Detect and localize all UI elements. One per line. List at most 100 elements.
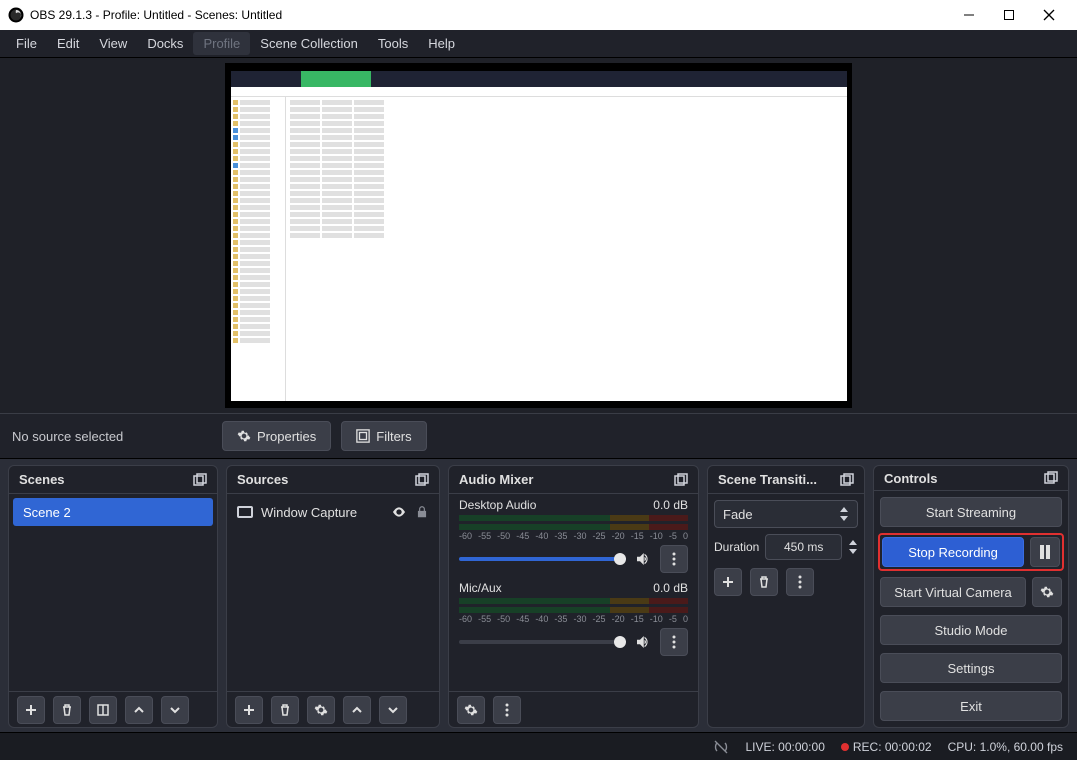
- source-down-button[interactable]: [379, 696, 407, 724]
- speaker-icon[interactable]: [634, 633, 652, 651]
- status-bar: LIVE: 00:00:00 REC: 00:00:02 CPU: 1.0%, …: [0, 732, 1077, 760]
- remove-transition-button[interactable]: [750, 568, 778, 596]
- audio-meter: [459, 515, 688, 521]
- visibility-toggle[interactable]: [391, 504, 407, 520]
- menu-docks[interactable]: Docks: [137, 32, 193, 55]
- remove-source-button[interactable]: [271, 696, 299, 724]
- channel-level: 0.0 dB: [653, 581, 688, 595]
- mixer-menu-button[interactable]: [493, 696, 521, 724]
- properties-button[interactable]: Properties: [222, 421, 331, 451]
- channel-name: Desktop Audio: [459, 498, 536, 512]
- transition-selected: Fade: [723, 507, 753, 522]
- source-item[interactable]: Window Capture: [231, 498, 435, 526]
- mixer-settings-button[interactable]: [457, 696, 485, 724]
- menu-file[interactable]: File: [6, 32, 47, 55]
- updown-icon[interactable]: [848, 540, 858, 554]
- studio-mode-button[interactable]: Studio Mode: [880, 615, 1062, 645]
- scene-up-button[interactable]: [125, 696, 153, 724]
- menu-view[interactable]: View: [89, 32, 137, 55]
- minimize-button[interactable]: [949, 0, 989, 30]
- preview-area[interactable]: [0, 58, 1077, 413]
- scene-item[interactable]: Scene 2: [13, 498, 213, 526]
- scene-name: Scene 2: [23, 505, 71, 520]
- start-streaming-button[interactable]: Start Streaming: [880, 497, 1062, 527]
- mixer-title: Audio Mixer: [459, 472, 533, 487]
- properties-label: Properties: [257, 429, 316, 444]
- window-title: OBS 29.1.3 - Profile: Untitled - Scenes:…: [30, 8, 949, 22]
- maximize-button[interactable]: [989, 0, 1029, 30]
- transition-select[interactable]: Fade: [714, 500, 858, 528]
- menu-tools[interactable]: Tools: [368, 32, 418, 55]
- transition-menu-button[interactable]: [786, 568, 814, 596]
- audio-meter: [459, 607, 688, 613]
- source-name: Window Capture: [261, 505, 383, 520]
- transitions-dock: Scene Transiti... Fade Duration 450 ms: [707, 465, 865, 728]
- duration-spinner[interactable]: 450 ms: [765, 534, 842, 560]
- remove-scene-button[interactable]: [53, 696, 81, 724]
- popout-icon[interactable]: [674, 473, 688, 487]
- meter-ticks: -60-55-50-45-40-35-30-25-20-15-10-50: [459, 614, 688, 624]
- virtual-camera-settings-button[interactable]: [1032, 577, 1062, 607]
- source-toolbar: No source selected Properties Filters: [0, 413, 1077, 459]
- recording-row-highlight: Stop Recording: [878, 533, 1064, 571]
- menu-edit[interactable]: Edit: [47, 32, 89, 55]
- settings-button[interactable]: Settings: [880, 653, 1062, 683]
- start-virtual-camera-button[interactable]: Start Virtual Camera: [880, 577, 1026, 607]
- popout-icon[interactable]: [415, 473, 429, 487]
- docks-row: Scenes Scene 2 Sources Window Capture: [0, 459, 1077, 732]
- scenes-title: Scenes: [19, 472, 65, 487]
- duration-label: Duration: [714, 540, 759, 554]
- preview-canvas: [225, 63, 852, 408]
- menu-profile[interactable]: Profile: [193, 32, 250, 55]
- updown-icon: [839, 507, 849, 521]
- filters-button[interactable]: Filters: [341, 421, 426, 451]
- sources-title: Sources: [237, 472, 288, 487]
- channel-level: 0.0 dB: [653, 498, 688, 512]
- speaker-icon[interactable]: [634, 550, 652, 568]
- filters-icon: [356, 429, 370, 443]
- controls-dock: Controls Start Streaming Stop Recording …: [873, 465, 1069, 728]
- popout-icon[interactable]: [1044, 471, 1058, 485]
- close-button[interactable]: [1029, 0, 1069, 30]
- cpu-status: CPU: 1.0%, 60.00 fps: [948, 740, 1063, 754]
- transitions-title: Scene Transiti...: [718, 472, 817, 487]
- source-settings-button[interactable]: [307, 696, 335, 724]
- add-scene-button[interactable]: [17, 696, 45, 724]
- pause-recording-button[interactable]: [1030, 537, 1060, 567]
- source-up-button[interactable]: [343, 696, 371, 724]
- filters-label: Filters: [376, 429, 411, 444]
- exit-button[interactable]: Exit: [880, 691, 1062, 721]
- stop-recording-button[interactable]: Stop Recording: [882, 537, 1024, 567]
- audio-mixer-dock: Audio Mixer Desktop Audio 0.0 dB -60-55-5…: [448, 465, 699, 728]
- channel-name: Mic/Aux: [459, 581, 502, 595]
- menu-bar: File Edit View Docks Profile Scene Colle…: [0, 30, 1077, 58]
- obs-logo-icon: [8, 7, 24, 23]
- meter-ticks: -60-55-50-45-40-35-30-25-20-15-10-50: [459, 531, 688, 541]
- menu-help[interactable]: Help: [418, 32, 465, 55]
- scene-down-button[interactable]: [161, 696, 189, 724]
- sources-dock: Sources Window Capture: [226, 465, 440, 728]
- menu-scene-collection[interactable]: Scene Collection: [250, 32, 368, 55]
- window-titlebar: OBS 29.1.3 - Profile: Untitled - Scenes:…: [0, 0, 1077, 30]
- add-source-button[interactable]: [235, 696, 263, 724]
- window-capture-icon: [237, 506, 253, 518]
- add-transition-button[interactable]: [714, 568, 742, 596]
- popout-icon[interactable]: [840, 473, 854, 487]
- lock-toggle[interactable]: [415, 505, 429, 519]
- no-source-label: No source selected: [12, 429, 212, 444]
- popout-icon[interactable]: [193, 473, 207, 487]
- gear-icon: [237, 429, 251, 443]
- mixer-channel-desktop: Desktop Audio 0.0 dB -60-55-50-45-40-35-3…: [453, 498, 694, 573]
- captured-window-preview: [231, 71, 847, 401]
- mixer-channel-mic: Mic/Aux 0.0 dB -60-55-50-45-40-35-30-25-2…: [453, 581, 694, 656]
- audio-meter: [459, 598, 688, 604]
- scene-filter-button[interactable]: [89, 696, 117, 724]
- volume-slider[interactable]: [459, 557, 626, 561]
- stream-status-icon: [713, 739, 729, 755]
- channel-menu-button[interactable]: [660, 628, 688, 656]
- scenes-dock: Scenes Scene 2: [8, 465, 218, 728]
- audio-meter: [459, 524, 688, 530]
- volume-slider[interactable]: [459, 640, 626, 644]
- channel-menu-button[interactable]: [660, 545, 688, 573]
- controls-title: Controls: [884, 471, 937, 486]
